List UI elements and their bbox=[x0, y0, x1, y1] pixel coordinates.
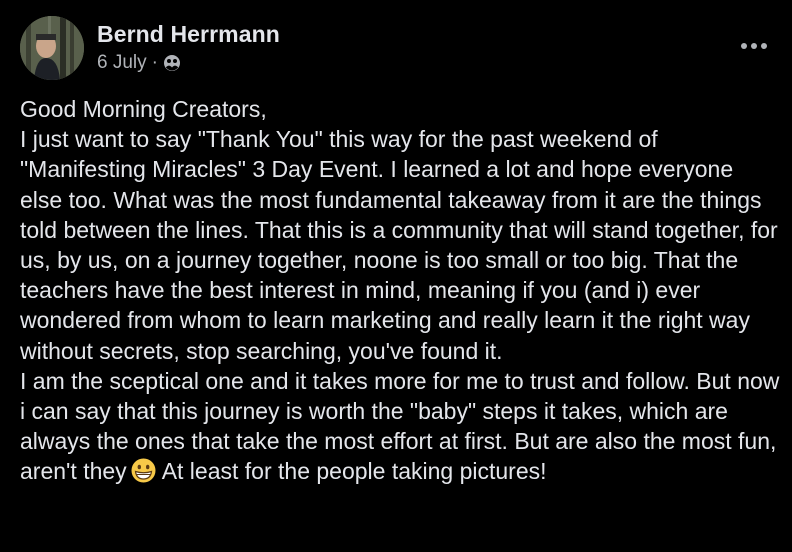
post-card: Bernd Herrmann 6 July · Good Morning Cre… bbox=[0, 0, 792, 552]
friends-globe-icon[interactable] bbox=[163, 54, 181, 72]
post-body-text: Good Morning Creators, I just want to sa… bbox=[20, 96, 780, 485]
avatar-photo bbox=[20, 16, 84, 80]
grinning-face-emoji bbox=[131, 458, 156, 483]
ellipsis-icon bbox=[740, 37, 768, 55]
author-name[interactable]: Bernd Herrmann bbox=[97, 21, 280, 48]
meta-separator: · bbox=[151, 52, 158, 73]
more-options-button[interactable] bbox=[736, 32, 772, 60]
author-avatar[interactable] bbox=[20, 16, 84, 80]
post-meta: 6 July · bbox=[97, 52, 181, 74]
post-body: Good Morning Creators, I just want to sa… bbox=[20, 94, 780, 487]
post-date[interactable]: 6 July bbox=[97, 52, 147, 74]
post-header: Bernd Herrmann 6 July · bbox=[20, 16, 772, 82]
post-body-text-end: At least for the people taking pictures! bbox=[161, 458, 547, 485]
